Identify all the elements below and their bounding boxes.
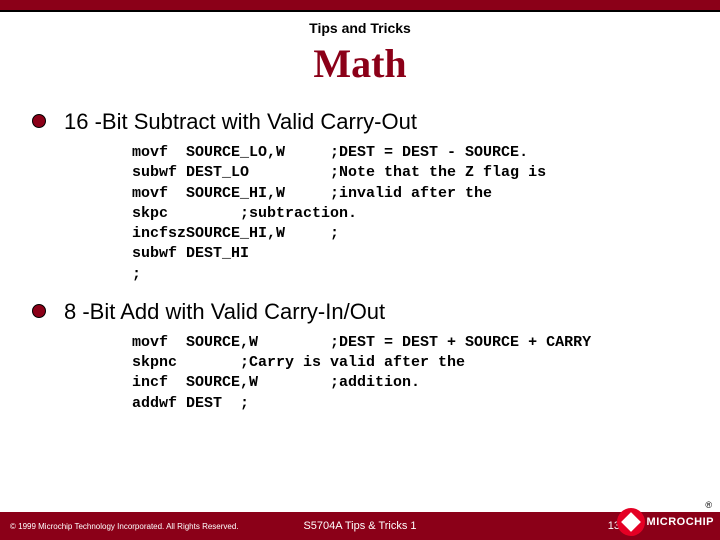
bullet-item: 8 -Bit Add with Valid Carry-In/Out [32, 299, 688, 325]
bullet-dot-icon [32, 304, 46, 318]
bullet-heading: 8 -Bit Add with Valid Carry-In/Out [64, 299, 385, 325]
logo-wordmark: MICROCHIP [647, 516, 714, 528]
bullet-dot-icon [32, 114, 46, 128]
code-block: movf SOURCE,W ;DEST = DEST + SOURCE + CA… [132, 333, 688, 414]
logo-chip-icon [617, 508, 645, 536]
slide-title: Math [0, 40, 720, 87]
slide-content: 16 -Bit Subtract with Valid Carry-Out mo… [0, 87, 720, 414]
slide-header: Tips and Tricks Math [0, 20, 720, 87]
top-accent-bar [0, 0, 720, 12]
microchip-logo: MICROCHIP [617, 508, 714, 536]
copyright-text: © 1999 Microchip Technology Incorporated… [0, 522, 239, 531]
code-block: movf SOURCE_LO,W ;DEST = DEST - SOURCE. … [132, 143, 688, 285]
kicker-text: Tips and Tricks [0, 20, 720, 36]
bullet-item: 16 -Bit Subtract with Valid Carry-Out [32, 109, 688, 135]
bullet-heading: 16 -Bit Subtract with Valid Carry-Out [64, 109, 417, 135]
slide-footer: © 1999 Microchip Technology Incorporated… [0, 512, 720, 540]
footer-center-text: S5704A Tips & Tricks 1 [303, 520, 416, 532]
